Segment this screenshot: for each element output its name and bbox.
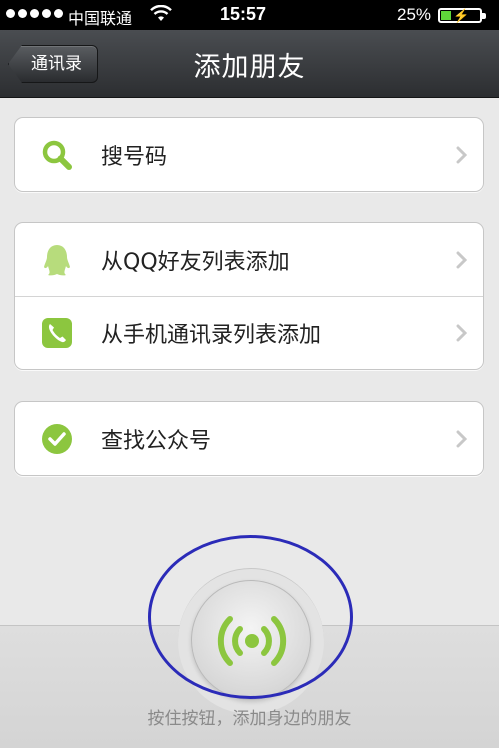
search-card: 搜号码	[14, 117, 484, 192]
find-official-account-item[interactable]: 查找公众号	[15, 402, 483, 475]
phone-contacts-item[interactable]: 从手机通讯录列表添加	[15, 296, 483, 369]
chevron-right-icon	[456, 251, 467, 268]
qq-penguin-icon	[44, 244, 70, 275]
find-official-account-label: 查找公众号	[101, 428, 212, 454]
radar-signal-icon	[217, 616, 287, 666]
search-number-label: 搜号码	[101, 144, 168, 170]
status-bar: 中国联通 15:57 25% ⚡	[0, 0, 499, 30]
page-title: 添加朋友	[193, 52, 306, 83]
battery-icon: ⚡	[438, 8, 486, 23]
battery-percent: 25%	[397, 5, 432, 24]
search-number-item[interactable]: 搜号码	[15, 118, 483, 191]
phone-contacts-label: 从手机通讯录列表添加	[101, 323, 322, 348]
chevron-right-icon	[456, 324, 467, 342]
carrier-name: 中国联通	[68, 9, 133, 28]
qq-friends-item[interactable]: 从QQ好友列表添加	[15, 223, 483, 296]
search-icon	[42, 140, 72, 170]
navigation-bar: 通讯录 添加朋友	[0, 30, 499, 98]
radar-hint-text: 按住按钮，添加身边的朋友	[147, 709, 352, 729]
official-accounts-card: 查找公众号	[14, 401, 484, 476]
wifi-icon	[150, 5, 172, 21]
import-friends-card: 从QQ好友列表添加 从手机通讯录列表添加	[14, 222, 484, 370]
qq-friends-label: 从QQ好友列表添加	[101, 249, 290, 275]
clock: 15:57	[220, 4, 267, 24]
chevron-right-icon	[456, 146, 467, 163]
check-circle-icon	[42, 423, 72, 454]
radar-add-nearby-button[interactable]	[191, 580, 311, 700]
signal-strength-icon	[6, 9, 63, 18]
phone-icon	[42, 318, 72, 348]
chevron-right-icon	[456, 430, 467, 447]
